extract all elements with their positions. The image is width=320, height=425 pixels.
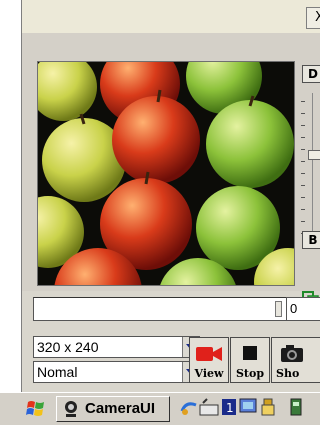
camera-window: X D B 0 320 x 240 Nomal View Stop Sho [21, 0, 320, 392]
windows-start-icon[interactable] [26, 398, 46, 418]
stop-icon [243, 346, 257, 360]
camera-icon [281, 345, 303, 362]
svg-text:1: 1 [226, 401, 234, 415]
tray-icon[interactable] [289, 398, 303, 416]
mode-select-value: Nomal [37, 364, 78, 380]
zoom-slider-track[interactable] [312, 93, 320, 248]
close-button[interactable]: X [306, 7, 320, 29]
display-icon[interactable] [239, 398, 257, 416]
keyboard-icon[interactable] [199, 397, 219, 417]
progress-slider-thumb[interactable] [275, 301, 282, 317]
view-button[interactable]: View [189, 337, 229, 383]
progress-bar[interactable] [33, 297, 287, 321]
shot-button[interactable]: Sho [271, 337, 320, 383]
preview-panel: D B [22, 33, 320, 305]
battery-plug-icon[interactable] [259, 397, 277, 417]
apple [206, 100, 294, 188]
view-button-label: View [194, 367, 224, 380]
progress-value-field[interactable]: 0 [286, 297, 320, 321]
taskbar-cameraui-button[interactable]: CameraUI [56, 396, 170, 422]
d-button[interactable]: D [302, 65, 320, 83]
apple [112, 96, 200, 184]
apples-photo [38, 62, 294, 285]
video-camera-icon [196, 347, 222, 361]
stop-button[interactable]: Stop [230, 337, 270, 383]
input-indicator-icon[interactable]: 1 [221, 398, 237, 416]
resolution-select[interactable]: 320 x 240 [33, 336, 200, 358]
zoom-slider-thumb[interactable] [308, 150, 320, 160]
shot-button-label: Sho [276, 367, 300, 380]
resolution-select-value: 320 x 240 [37, 339, 99, 355]
taskbar: CameraUI 1 [0, 392, 320, 425]
webcam-icon [65, 401, 77, 417]
camera-preview-image [37, 61, 295, 286]
title-bar: X [22, 0, 320, 34]
stop-button-label: Stop [235, 367, 265, 380]
mode-select[interactable]: Nomal [33, 361, 200, 383]
b-button[interactable]: B [302, 231, 320, 249]
taskbar-app-label: CameraUI [85, 400, 156, 417]
network-icon[interactable] [180, 399, 198, 417]
